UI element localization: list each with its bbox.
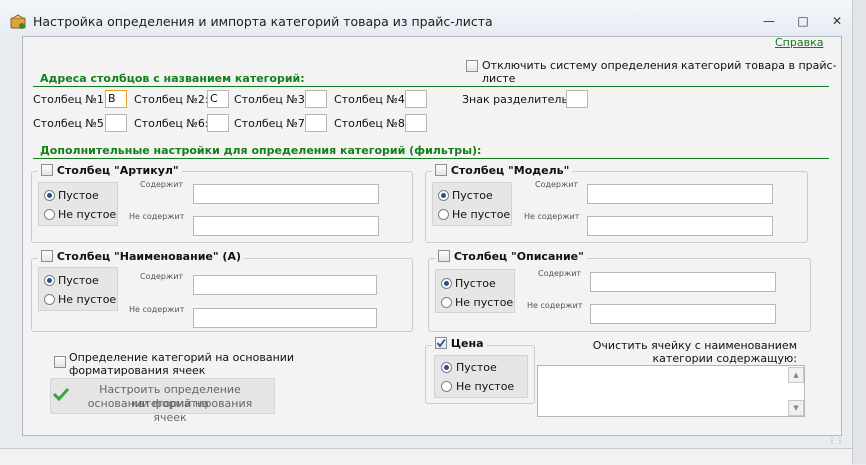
description-filter-header: Столбец "Описание" [435,250,587,263]
name-contains-input[interactable] [193,275,377,295]
column-2-input[interactable]: С [207,90,229,108]
column-5-label: Столбец №5: [33,117,108,130]
model-not-empty-radio[interactable] [438,209,449,220]
name-empty-label: Пустое [58,274,99,287]
configure-formatting-label-line2: основании форматирования ячеек [87,397,253,424]
price-not-empty-label: Не пустое [456,380,515,393]
name-not-empty-label: Не пустое [58,293,117,306]
separator-input[interactable] [566,90,588,108]
column-1-label: Столбец №1: [33,93,108,106]
description-filter-title: Столбец "Описание" [453,250,584,263]
columns-section-title: Адреса столбцов с названием категорий: [40,72,305,85]
article-empty-radio[interactable] [44,190,55,201]
column-8-input[interactable] [405,114,427,132]
name-not-contains-input[interactable] [193,308,377,328]
description-empty-label: Пустое [455,277,496,290]
description-not-contains-input[interactable] [590,304,776,324]
filters-section-title: Дополнительные настройки для определения… [40,144,482,157]
model-empty-radio[interactable] [438,190,449,201]
name-not-contains-label: Не содержит [129,305,185,314]
formatting-detection-checkbox[interactable] [54,356,66,368]
price-filter-header: Цена [432,337,487,350]
model-not-empty-label: Не пустое [452,208,511,221]
close-icon[interactable]: ✕ [826,12,848,30]
article-filter-title: Столбец "Артикул" [56,164,179,177]
model-not-contains-input[interactable] [587,216,773,236]
name-filter-title: Столбец "Наименование" (А) [56,250,241,263]
column-6-label: Столбец №6: [134,117,209,130]
model-filter-checkbox[interactable] [435,164,447,176]
column-8-label: Столбец №8: [334,117,409,130]
name-contains-label: Содержит [140,272,184,281]
scroll-down-icon[interactable]: ▼ [788,400,804,416]
column-2-label: Столбец №2: [134,93,209,106]
description-contains-label: Содержит [538,269,582,278]
model-filter-header: Столбец "Модель" [432,164,573,177]
price-not-empty-radio[interactable] [441,381,452,392]
separator-label: Знак разделитель: [462,93,572,106]
column-1-input[interactable]: В [105,90,127,108]
checkmark-icon [52,387,70,404]
filters-section-divider [33,158,829,159]
disable-system-label: Отключить систему определения категорий … [482,59,837,85]
column-7-label: Столбец №7: [234,117,309,130]
window-title: Настройка определения и импорта категори… [33,14,493,29]
name-filter-checkbox[interactable] [41,250,53,262]
description-not-contains-label: Не содержит [527,301,583,310]
column-5-input[interactable] [105,114,127,132]
disable-system-checkbox[interactable] [466,60,478,72]
formatting-detection-label-line2: форматирования ячеек [69,364,206,377]
model-contains-label: Содержит [535,180,579,189]
article-not-contains-input[interactable] [193,216,379,236]
article-not-empty-radio[interactable] [44,209,55,220]
name-empty-radio[interactable] [44,275,55,286]
scroll-up-icon[interactable]: ▲ [788,367,804,383]
column-6-input[interactable] [207,114,229,132]
model-empty-label: Пустое [452,189,493,202]
help-link[interactable]: Справка [775,36,823,49]
description-contains-input[interactable] [590,272,776,292]
resize-grip-icon[interactable]: ⋮⋮ [828,436,844,445]
clear-cell-label-line1: Очистить ячейку с наименованием [592,339,797,352]
model-contains-input[interactable] [587,184,773,204]
model-not-contains-label: Не содержит [524,212,580,221]
minimize-icon[interactable]: — [758,12,780,30]
article-filter-checkbox[interactable] [41,164,53,176]
name-not-empty-radio[interactable] [44,294,55,305]
clear-cell-textarea[interactable] [537,365,805,417]
article-not-contains-label: Не содержит [129,212,185,221]
column-7-input[interactable] [305,114,327,132]
column-4-label: Столбец №4: [334,93,409,106]
column-3-label: Столбец №3: [234,93,309,106]
name-filter-header: Столбец "Наименование" (А) [38,250,244,263]
price-filter-title: Цена [450,337,484,350]
maximize-icon[interactable]: □ [792,12,814,30]
column-4-input[interactable] [405,90,427,108]
description-empty-radio[interactable] [441,278,452,289]
description-not-empty-radio[interactable] [441,297,452,308]
article-not-empty-label: Не пустое [58,208,117,221]
column-3-input[interactable] [305,90,327,108]
article-contains-label: Содержит [140,180,184,189]
formatting-detection-label-line1: Определение категорий на основании [69,351,295,364]
model-filter-title: Столбец "Модель" [450,164,570,177]
price-empty-radio[interactable] [441,362,452,373]
price-empty-label: Пустое [456,361,497,374]
description-not-empty-label: Не пустое [455,296,514,309]
price-filter-checkbox[interactable] [435,337,447,349]
article-contains-input[interactable] [193,184,379,204]
app-icon [10,14,26,30]
description-filter-checkbox[interactable] [438,250,450,262]
article-filter-header: Столбец "Артикул" [38,164,182,177]
background-window-strip [0,448,852,465]
clear-cell-label-line2: категории содержащую: [652,352,797,365]
columns-section-divider [33,86,829,87]
article-empty-label: Пустое [58,189,99,202]
